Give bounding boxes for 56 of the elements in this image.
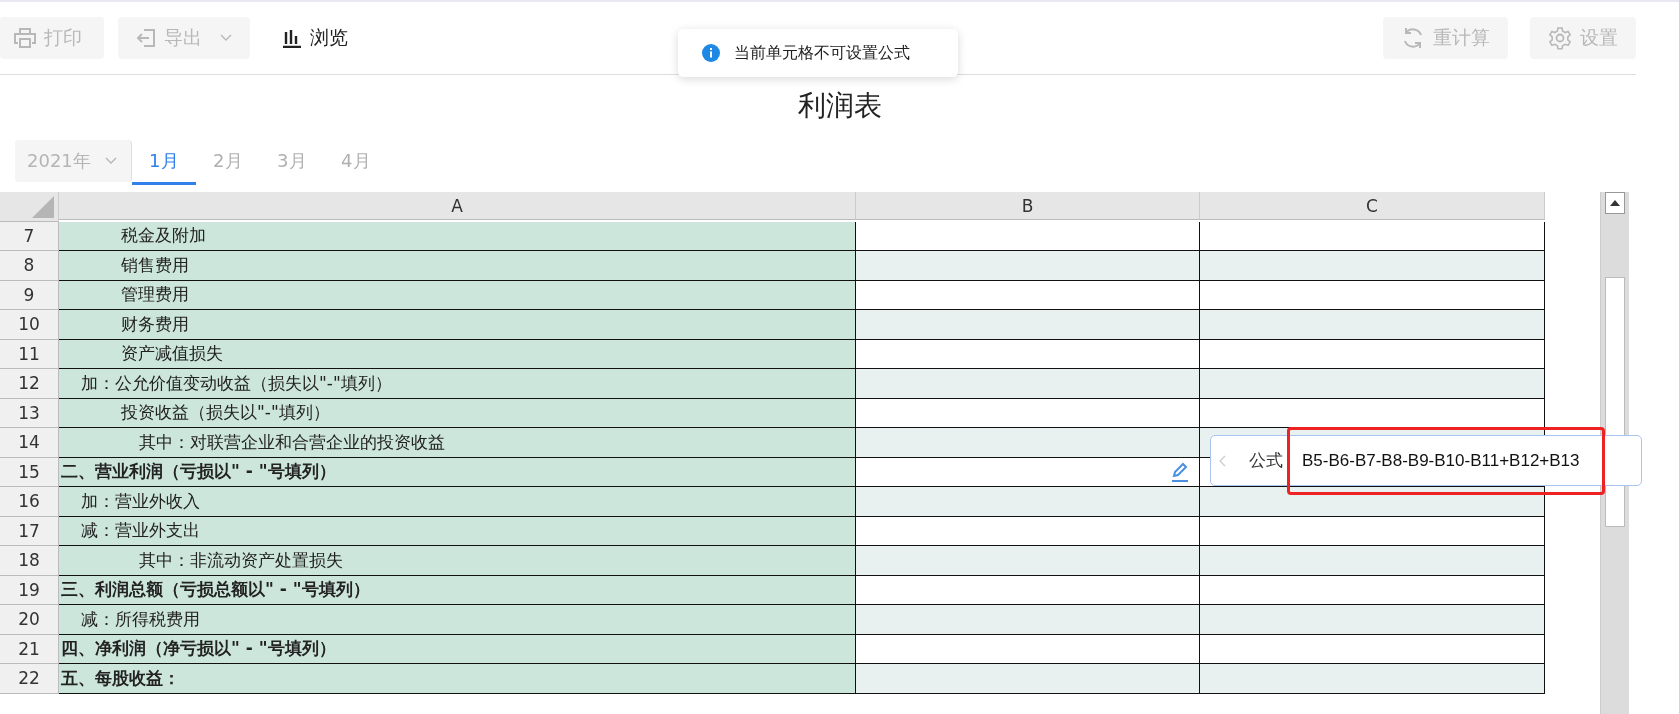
scrollbar[interactable] — [1600, 192, 1629, 714]
select-all-corner[interactable] — [0, 192, 59, 222]
table-cell: 三、利润总额（亏损总额以" - "号填列） — [59, 575, 856, 605]
table-cell: 销售费用 — [59, 251, 856, 281]
row-header[interactable]: 19 — [0, 575, 59, 605]
toolbar-button[interactable]: 浏览 — [264, 17, 366, 59]
table-cell: 四、净利润（净亏损以" - "号填列） — [59, 634, 856, 664]
settings-icon — [1548, 26, 1572, 50]
caret-icon — [104, 157, 117, 165]
scroll-up-button[interactable] — [1605, 192, 1625, 214]
table-cell: 减：营业外支出 — [59, 516, 856, 546]
table-cell: 加：营业外收入 — [59, 487, 856, 517]
edit-icon[interactable] — [1169, 460, 1191, 483]
table-cell: 税金及附加 — [59, 221, 856, 251]
column-header[interactable]: A — [59, 192, 856, 220]
month-tab[interactable]: 1月 — [131, 137, 196, 185]
row-header[interactable]: 20 — [0, 605, 59, 635]
table-cell: 管理费用 — [59, 280, 856, 310]
triangle-icon — [32, 195, 54, 218]
formula-field[interactable]: B5-B6-B7-B8-B9-B10-B11+B12+B13 — [1287, 426, 1605, 495]
row-header[interactable]: 16 — [0, 487, 59, 517]
table-cell: 资产减值损失 — [59, 339, 856, 369]
row-header[interactable]: 11 — [0, 339, 59, 369]
chevron-left-icon — [1219, 454, 1227, 467]
table-cell: 财务费用 — [59, 310, 856, 340]
row-header[interactable]: 21 — [0, 634, 59, 664]
row-header[interactable]: 12 — [0, 369, 59, 399]
formula-label: 公式 — [1249, 449, 1283, 472]
row-header[interactable]: 13 — [0, 398, 59, 428]
row-header[interactable]: 9 — [0, 280, 59, 310]
row-header[interactable]: 22 — [0, 664, 59, 694]
table-cell: 五、每股收益： — [59, 664, 856, 694]
export-icon — [136, 28, 156, 48]
row-header[interactable]: 15 — [0, 457, 59, 487]
toast-text: 当前单元格不可设置公式 — [734, 42, 910, 64]
row-header[interactable]: 14 — [0, 428, 59, 458]
column-header[interactable]: C — [1200, 192, 1545, 220]
table-cell: 其中：非流动资产处置损失 — [59, 546, 856, 576]
table-cell: 二、营业利润（亏损以" - "号填列） — [59, 457, 856, 487]
printer-icon — [14, 28, 36, 48]
row-header[interactable]: 8 — [0, 251, 59, 281]
table-cell: 其中：对联营企业和合营企业的投资收益 — [59, 428, 856, 458]
caret-icon — [220, 34, 232, 42]
report-title: 利润表 — [796, 88, 883, 124]
refresh-icon — [1401, 26, 1425, 50]
table-cell: 投资收益（损失以"-"填列） — [59, 398, 856, 428]
up-arrow-icon — [1610, 200, 1620, 206]
table-cell: 减：所得税费用 — [59, 605, 856, 635]
info-icon — [702, 44, 720, 62]
table-cell: 加：公允价值变动收益（损失以"-"填列） — [59, 369, 856, 399]
column-header[interactable]: B — [856, 192, 1200, 220]
bar-chart-icon — [282, 28, 302, 48]
row-header[interactable]: 17 — [0, 516, 59, 546]
row-header[interactable]: 7 — [0, 221, 59, 251]
row-header[interactable]: 10 — [0, 310, 59, 340]
row-header[interactable]: 18 — [0, 546, 59, 576]
